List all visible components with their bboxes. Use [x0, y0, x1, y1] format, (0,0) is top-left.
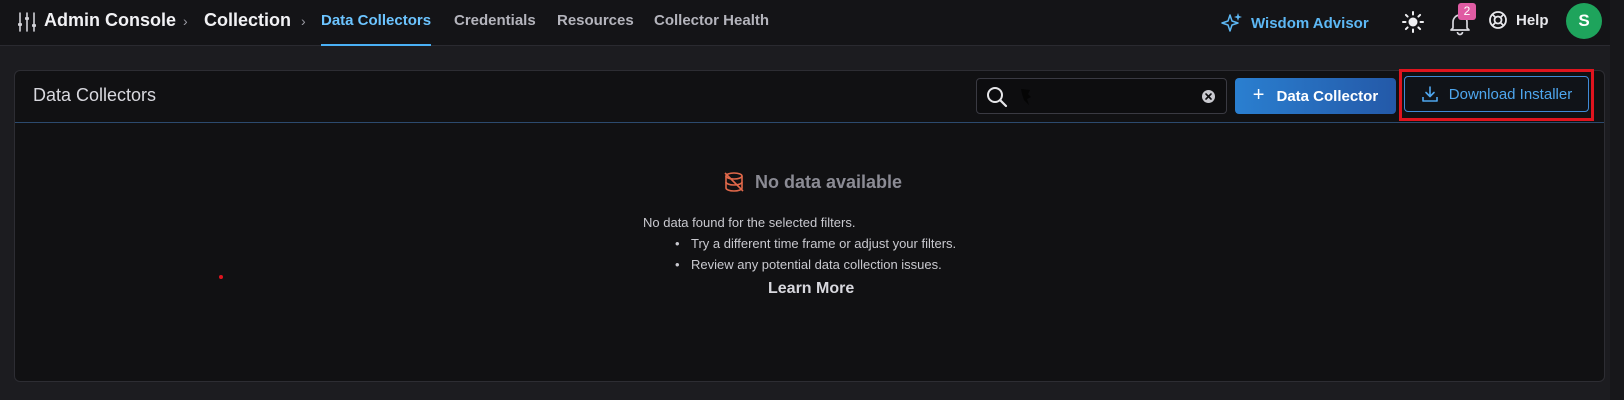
add-data-collector-button[interactable]: + Data Collector — [1235, 78, 1396, 114]
clear-icon[interactable] — [1201, 89, 1216, 104]
wisdom-advisor-button[interactable]: Wisdom Advisor — [1221, 12, 1369, 34]
wisdom-advisor-label: Wisdom Advisor — [1251, 14, 1369, 32]
chevron-right-icon: › — [183, 13, 188, 29]
search-icon — [987, 87, 1008, 108]
breadcrumb-section[interactable]: Collection — [204, 10, 291, 31]
page-scrollbar[interactable] — [1610, 0, 1624, 400]
help-button[interactable]: Help — [1488, 10, 1549, 30]
sun-icon[interactable] — [1401, 10, 1425, 34]
tab-credentials[interactable]: Credentials — [454, 12, 536, 46]
user-avatar[interactable]: S — [1566, 3, 1602, 39]
chevron-right-icon: › — [301, 13, 306, 29]
download-icon — [1421, 86, 1438, 102]
notification-badge: 2 — [1458, 3, 1476, 20]
data-collectors-panel: Data Collectors + Data Collector Downloa… — [14, 69, 1605, 382]
tab-data-collectors[interactable]: Data Collectors — [321, 12, 432, 46]
empty-state-title: No data available — [723, 171, 902, 193]
sliders-menu-icon[interactable] — [16, 11, 38, 33]
search-input[interactable] — [1021, 86, 1201, 108]
empty-state-suggestions: Try a different time frame or adjust you… — [675, 233, 956, 275]
sparkle-icon — [1221, 13, 1242, 32]
search-box[interactable] — [976, 78, 1227, 114]
tab-collector-health[interactable]: Collector Health — [654, 12, 769, 46]
cursor-marker — [219, 275, 223, 279]
help-label: Help — [1516, 11, 1549, 29]
lifebuoy-icon — [1489, 11, 1507, 29]
list-item: Review any potential data collection iss… — [675, 254, 956, 275]
download-installer-button[interactable]: Download Installer — [1404, 76, 1589, 112]
no-data-icon — [724, 172, 744, 192]
panel-header: Data Collectors + Data Collector Downloa… — [15, 69, 1604, 123]
top-navigation-bar: Admin Console › Collection › Data Collec… — [0, 0, 1624, 46]
empty-state-title-label: No data available — [755, 171, 903, 192]
plus-icon: + — [1252, 84, 1265, 106]
panel-title: Data Collectors — [33, 85, 157, 105]
empty-state-description: No data found for the selected filters. — [643, 215, 856, 230]
learn-more-link[interactable]: Learn More — [768, 280, 854, 298]
download-installer-label: Download Installer — [1448, 85, 1573, 103]
list-item: Try a different time frame or adjust you… — [675, 233, 956, 254]
breadcrumb-app[interactable]: Admin Console — [44, 10, 176, 31]
add-data-collector-label: Data Collector — [1276, 87, 1379, 105]
tab-resources[interactable]: Resources — [557, 12, 634, 46]
